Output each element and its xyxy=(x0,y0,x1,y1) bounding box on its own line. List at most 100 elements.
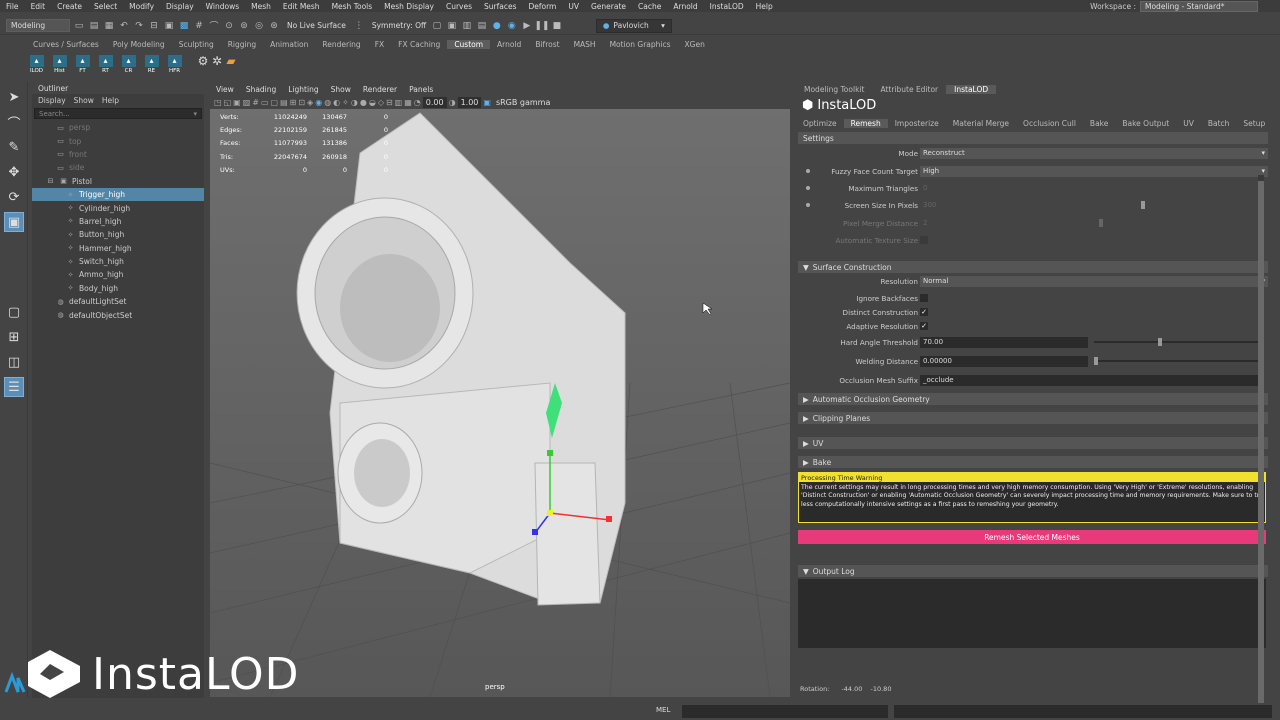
isolate-icon[interactable]: ⊟ xyxy=(386,98,393,107)
scale-tool-icon[interactable]: ▣ xyxy=(4,212,24,232)
outliner-item-pistol[interactable]: ⊟ ▣ Pistol xyxy=(32,175,204,188)
viewport-persp[interactable]: View Shading Lighting Show Renderer Panels ◳ ◱… xyxy=(210,83,790,697)
shelf-tab-xgen[interactable]: XGen xyxy=(678,40,712,49)
clipping-header[interactable]: ▶ Clipping Planes xyxy=(798,412,1268,424)
menu-cache[interactable]: Cache xyxy=(632,2,667,11)
shelf-re-button[interactable]: ▴ RE xyxy=(141,52,162,74)
bookmark-icon[interactable]: ▣ xyxy=(233,98,241,107)
render-settings-icon[interactable]: ▤ xyxy=(476,20,488,32)
workspace-selector[interactable]: Workspace : Modeling - Standard* xyxy=(1090,0,1258,12)
shelf-tab-bifrost[interactable]: Bifrost xyxy=(528,40,566,49)
instalod-tab-remesh[interactable]: Remesh xyxy=(843,118,888,128)
viewport-menu-panels[interactable]: Panels xyxy=(403,85,439,94)
menu-generate[interactable]: Generate xyxy=(585,2,632,11)
paint-select-icon[interactable]: ✎ xyxy=(4,137,24,157)
field-chart-icon[interactable]: ⊞ xyxy=(290,98,297,107)
lasso-tool-icon[interactable]: ⌒ xyxy=(4,112,24,132)
shelf-hist-button[interactable]: ▴ Hist xyxy=(49,52,70,74)
open-scene-icon[interactable]: ▤ xyxy=(88,20,100,32)
menu-mesh[interactable]: Mesh xyxy=(245,2,277,11)
image-plane-icon[interactable]: ▨ xyxy=(243,98,251,107)
menu-mesh-tools[interactable]: Mesh Tools xyxy=(326,2,379,11)
fuzzy-dropdown[interactable]: High ▾ xyxy=(920,165,1268,177)
film-gate-icon[interactable]: ▭ xyxy=(261,98,269,107)
snap-grid-icon[interactable]: # xyxy=(193,20,205,32)
surface-header[interactable]: ▼ Surface Construction xyxy=(798,261,1268,273)
ipr-render-icon[interactable]: ▥ xyxy=(461,20,473,32)
outliner-search[interactable]: Search... ▾ xyxy=(34,108,202,119)
shelf-wheel-icon[interactable]: ✲ xyxy=(211,54,223,68)
gamma-field[interactable]: 1.00 xyxy=(457,96,482,108)
symmetry-dropdown[interactable]: Symmetry: Off xyxy=(368,19,428,32)
snap-point-icon[interactable]: ⊙ xyxy=(223,20,235,32)
instalod-tab-occlusion-cull[interactable]: Occlusion Cull xyxy=(1016,119,1083,128)
render-view-icon[interactable]: ▢ xyxy=(431,20,443,32)
colorspace-label[interactable]: sRGB gamma xyxy=(493,97,553,108)
instalod-tab-batch[interactable]: Batch xyxy=(1201,119,1237,128)
save-scene-icon[interactable]: ▦ xyxy=(103,20,115,32)
menu-help[interactable]: Help xyxy=(750,2,779,11)
shelf-tab-motion-graphics[interactable]: Motion Graphics xyxy=(603,40,678,49)
xray-joints-icon[interactable]: ▦ xyxy=(404,98,412,107)
panel-scrollbar[interactable] xyxy=(1258,175,1264,720)
instalod-tab-optimize[interactable]: Optimize xyxy=(796,119,844,128)
select-component-icon[interactable]: ▩ xyxy=(178,20,190,32)
outliner-search-input[interactable]: Search... xyxy=(39,110,70,118)
expand-icon[interactable]: ⊟ xyxy=(46,177,55,185)
menu-modify[interactable]: Modify xyxy=(123,2,160,11)
live-surface-field[interactable]: No Live Surface xyxy=(283,19,350,32)
select-hierarchy-icon[interactable]: ⊟ xyxy=(148,20,160,32)
outliner-item-defaultlightset[interactable]: ◍ defaultLightSet xyxy=(32,295,204,308)
workspace-dropdown[interactable]: Modeling - Standard* xyxy=(1140,0,1258,12)
exposure-icon[interactable]: ◔ xyxy=(414,98,421,107)
instalod-tab-material-merge[interactable]: Material Merge xyxy=(946,119,1016,128)
textured-icon[interactable]: ◐ xyxy=(333,98,340,107)
snap-view-icon[interactable]: ⊚ xyxy=(238,20,250,32)
menu-file[interactable]: File xyxy=(0,2,25,11)
menu-uv[interactable]: UV xyxy=(562,2,585,11)
outliner-item-hammer-high[interactable]: ✧ Hammer_high xyxy=(32,242,204,255)
menu-create[interactable]: Create xyxy=(51,2,88,11)
resolution-dropdown[interactable]: Normal▾ xyxy=(920,275,1268,287)
command-input[interactable] xyxy=(682,705,888,718)
outliner-menu-show[interactable]: Show xyxy=(74,96,94,105)
menu-mesh-display[interactable]: Mesh Display xyxy=(378,2,440,11)
occlusion-suffix-field[interactable]: _occlude xyxy=(920,374,1260,386)
exposure-field[interactable]: 0.00 xyxy=(422,96,447,108)
menu-surfaces[interactable]: Surfaces xyxy=(478,2,522,11)
shelf-tab-mash[interactable]: MASH xyxy=(567,40,603,49)
shelf-tab-rigging[interactable]: Rigging xyxy=(221,40,263,49)
instalod-tab-bake[interactable]: Bake xyxy=(1083,119,1115,128)
viewport-menu-view[interactable]: View xyxy=(210,85,240,94)
select-object-icon[interactable]: ▣ xyxy=(163,20,175,32)
outliner-item-front[interactable]: ▭ front xyxy=(32,148,204,161)
tab-modeling-toolkit[interactable]: Modeling Toolkit xyxy=(796,85,872,94)
snap-curve-icon[interactable]: ⌒ xyxy=(208,20,220,32)
lights-icon[interactable]: ✧ xyxy=(342,98,349,107)
outliner-item-cylinder-high[interactable]: ✧ Cylinder_high xyxy=(32,201,204,214)
instalod-tab-uv[interactable]: UV xyxy=(1176,119,1201,128)
mode-dropdown[interactable]: Modeling xyxy=(6,19,70,32)
shadows-icon[interactable]: ◑ xyxy=(351,98,358,107)
max-tri-field[interactable]: 0 xyxy=(920,183,930,194)
viewport-menu-renderer[interactable]: Renderer xyxy=(357,85,403,94)
viewport-menu-shading[interactable]: Shading xyxy=(240,85,282,94)
select-tool-icon[interactable]: ➤ xyxy=(4,87,24,107)
menu-instalod[interactable]: InstaLOD xyxy=(704,2,750,11)
outliner-item-body-high[interactable]: ✧ Body_high xyxy=(32,282,204,295)
grid-icon[interactable]: # xyxy=(252,98,259,107)
default-material-icon[interactable]: ◍ xyxy=(324,98,331,107)
two-view-icon[interactable]: ◫ xyxy=(4,352,24,372)
outliner-item-side[interactable]: ▭ side xyxy=(32,161,204,174)
single-view-icon[interactable]: ▢ xyxy=(4,302,24,322)
hard-angle-slider[interactable] xyxy=(1158,338,1162,346)
anti-alias-icon[interactable]: ◇ xyxy=(378,98,384,107)
tab-attribute-editor[interactable]: Attribute Editor xyxy=(872,85,946,94)
shelf-tab-rendering[interactable]: Rendering xyxy=(315,40,367,49)
menu-curves[interactable]: Curves xyxy=(440,2,478,11)
autotex-checkbox[interactable] xyxy=(920,236,928,244)
shelf-tab-custom[interactable]: Custom xyxy=(447,39,491,49)
pixel-merge-slider[interactable] xyxy=(1099,219,1103,227)
shelf-tab-curves-surfaces[interactable]: Curves / Surfaces xyxy=(26,40,106,49)
symmetry-toggle-icon[interactable]: ⋮ xyxy=(353,20,365,32)
